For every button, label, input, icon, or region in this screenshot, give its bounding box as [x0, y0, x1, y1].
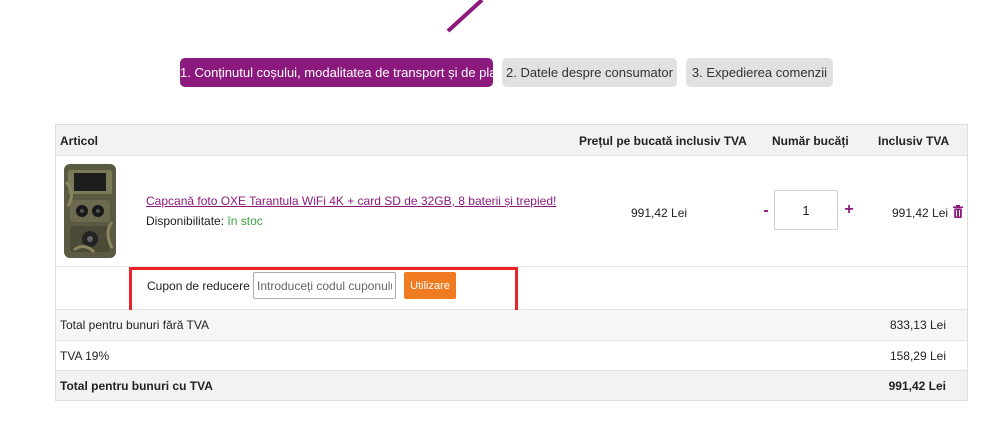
decorative-diagonal-line [446, 0, 484, 33]
availability: Disponibilitate: în stoc [146, 214, 263, 228]
line-total: 991,42 Lei [892, 206, 949, 220]
quantity-input[interactable] [774, 190, 838, 230]
header-quantity: Număr bucăți [772, 134, 849, 148]
product-name-link[interactable]: Capcană foto OXE Tarantula WiFi 4K + car… [146, 194, 556, 208]
quantity-increase-button[interactable]: + [842, 201, 856, 219]
coupon-code-input[interactable] [253, 272, 396, 299]
apply-coupon-button[interactable]: Utilizare [404, 272, 456, 299]
subtotal-value: 833,13 Lei [889, 318, 946, 332]
quantity-decrease-button[interactable]: - [760, 202, 772, 220]
vat-value: 158,29 Lei [889, 349, 946, 363]
trash-icon[interactable] [953, 205, 963, 218]
grand-total-label: Total pentru bunuri cu TVA [60, 379, 213, 393]
coupon-row: Cupon de reducere Utilizare [56, 267, 967, 315]
header-unit-price: Prețul pe bucată inclusiv TVA [579, 134, 747, 148]
cart-table: Articol Prețul pe bucată inclusiv TVA Nu… [55, 124, 968, 401]
unit-price: 991,42 Lei [631, 206, 688, 220]
checkout-steps: 1. Conținutul coșului, modalitatea de tr… [0, 58, 1000, 88]
subtotal-label: Total pentru bunuri fără TVA [60, 318, 209, 332]
vat-label: TVA 19% [60, 349, 110, 363]
product-image[interactable] [60, 162, 120, 260]
grand-total-row: Total pentru bunuri cu TVA 991,42 Lei [56, 371, 967, 400]
step-cart-transport-payment[interactable]: 1. Conținutul coșului, modalitatea de tr… [180, 58, 507, 87]
header-article: Articol [60, 134, 99, 148]
header-total: Inclusiv TVA [878, 134, 950, 148]
vat-row: TVA 19% 158,29 Lei [56, 341, 967, 371]
subtotal-row: Total pentru bunuri fără TVA 833,13 Lei [56, 310, 967, 341]
availability-label: Disponibilitate: [146, 214, 225, 228]
coupon-label: Cupon de reducere [147, 279, 250, 293]
cart-item-row: Capcană foto OXE Tarantula WiFi 4K + car… [56, 156, 967, 267]
table-header: Articol Prețul pe bucată inclusiv TVA Nu… [56, 125, 967, 156]
grand-total-value: 991,42 Lei [888, 379, 946, 393]
step-order-dispatch[interactable]: 3. Expedierea comenzii [686, 58, 833, 87]
availability-status: în stoc [227, 214, 263, 228]
step-customer-details[interactable]: 2. Datele despre consumator [502, 58, 677, 87]
